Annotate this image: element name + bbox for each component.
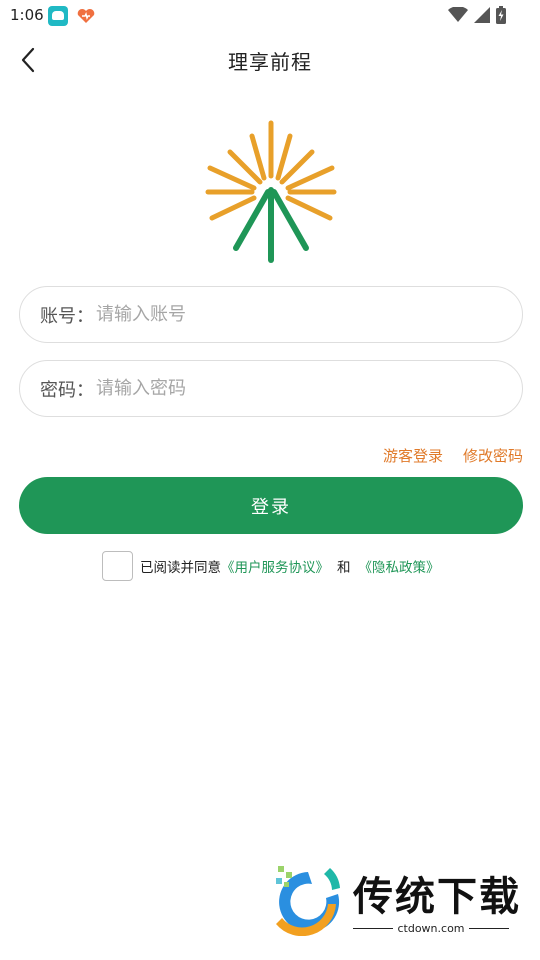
account-field[interactable]: 账号：	[19, 286, 523, 343]
nav-bar: 理享前程	[0, 32, 540, 88]
watermark: 传统下载 ctdown.com	[268, 862, 521, 940]
watermark-subtitle: ctdown.com	[397, 922, 465, 935]
agreement-checkbox[interactable]	[102, 551, 133, 581]
privacy-policy-link[interactable]: 《隐私政策》	[359, 556, 440, 576]
wifi-icon	[448, 7, 468, 22]
password-field[interactable]: 密码：	[19, 360, 523, 417]
guest-login-link[interactable]: 游客登录	[383, 445, 443, 466]
password-input[interactable]	[96, 368, 522, 409]
status-time: 1:06	[10, 6, 44, 24]
agreement-prefix: 已阅读并同意	[140, 560, 221, 576]
auth-links: 游客登录 修改密码	[383, 445, 523, 466]
password-label: 密码：	[40, 379, 94, 401]
page-title: 理享前程	[228, 50, 312, 74]
agreement-row: 已阅读并同意 《用户服务协议》 和 《隐私政策》	[102, 551, 440, 581]
sunburst-logo	[205, 120, 337, 263]
user-agreement-link[interactable]: 《用户服务协议》	[221, 556, 329, 576]
account-label: 账号：	[40, 305, 94, 327]
ctdown-logo-icon	[276, 866, 340, 936]
status-icons	[448, 6, 506, 24]
agreement-and: 和	[337, 560, 351, 576]
account-input[interactable]	[96, 294, 522, 335]
heart-notification-icon	[77, 8, 95, 23]
watermark-title: 传统下载	[353, 874, 521, 920]
app-notification-icon	[48, 6, 68, 26]
watermark-subtitle-row: ctdown.com	[353, 922, 509, 935]
status-bar: 1:06	[0, 0, 540, 32]
cellular-signal-icon	[474, 7, 490, 23]
login-button[interactable]: 登录	[19, 477, 523, 534]
change-password-link[interactable]: 修改密码	[463, 445, 523, 466]
battery-charging-icon	[496, 6, 506, 24]
